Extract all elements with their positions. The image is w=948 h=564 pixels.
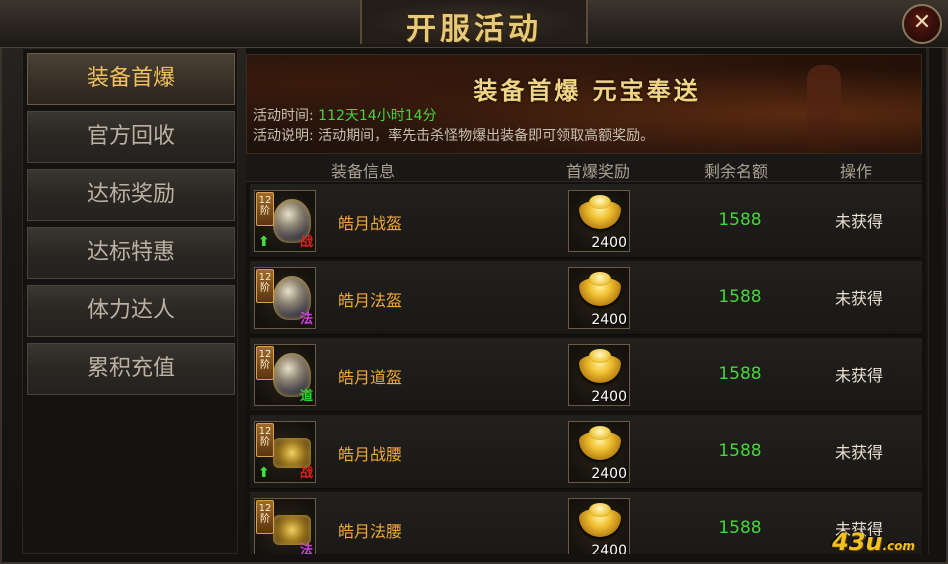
close-icon: ✕: [912, 10, 932, 35]
sidebar: 装备首爆 官方回收 达标奖励 达标特惠 体力达人 累积充值: [22, 48, 238, 554]
sidebar-item-stamina-master[interactable]: 体力达人: [27, 285, 235, 337]
watermark-main: 43u: [832, 528, 883, 556]
equipment-name: 皓月法盔: [338, 291, 403, 310]
tier-badge: 12 阶: [256, 500, 274, 534]
equipment-slot[interactable]: 12 阶 法: [254, 498, 316, 554]
window-title: 开服活动: [406, 12, 542, 47]
remaining-slots-value: 1588: [718, 287, 762, 307]
remaining-slots-value: 1588: [718, 441, 762, 461]
reward-slot[interactable]: 2400: [568, 267, 630, 329]
equipment-name: 皓月战腰: [338, 445, 403, 464]
equipment-name: 皓月战盔: [338, 214, 403, 233]
header-equip-info: 装备信息: [330, 162, 395, 181]
scrollbar[interactable]: [928, 48, 942, 554]
table-header: 装备信息 首爆奖励 剩余名额 操作: [246, 154, 922, 182]
tier-badge: 12 阶: [256, 423, 274, 457]
upgrade-arrow-icon: ⬆: [258, 234, 270, 250]
reward-quantity: 2400: [591, 543, 627, 554]
equipment-slot[interactable]: 12 阶 ⬆ 战: [254, 421, 316, 483]
class-tag: 道: [299, 389, 313, 404]
event-banner: 装备首爆 元宝奉送 活动时间: 112天14小时14分 活动说明: 活动期间，率…: [246, 54, 922, 154]
banner-title: 装备首爆 元宝奉送: [473, 76, 701, 105]
reward-list[interactable]: 12阶 ⬆ 战 皓月战盔 2400 1588 未获得 12阶 法 皓月法盔: [250, 184, 922, 554]
gold-ingot-top: [589, 195, 611, 209]
main-panel: 装备首爆 元宝奉送 活动时间: 112天14小时14分 活动说明: 活动期间，率…: [246, 48, 926, 554]
gold-ingot-top: [589, 349, 611, 363]
sidebar-item-cumulative-recharge[interactable]: 累积充值: [27, 343, 235, 395]
event-desc-line: 活动说明: 活动期间，率先击杀怪物爆出装备即可领取高额奖励。: [253, 125, 654, 145]
event-desc-value: 活动期间，率先击杀怪物爆出装备即可领取高额奖励。: [318, 128, 655, 144]
upgrade-arrow-icon: ⬆: [258, 465, 270, 481]
equipment-name: 皓月道盔: [338, 368, 403, 387]
tier-badge: 12 阶: [256, 269, 274, 303]
event-time-label: 活动时间:: [253, 108, 314, 124]
belt-icon: [273, 438, 311, 468]
claim-status-button[interactable]: 未获得: [814, 208, 904, 232]
equipment-slot[interactable]: 12 阶 ⬆ 战: [254, 190, 316, 252]
event-time-value: 112天14小时14分: [318, 108, 437, 124]
header-action: 操作: [839, 162, 872, 181]
event-desc-label: 活动说明:: [253, 128, 314, 144]
gold-ingot-top: [589, 426, 611, 440]
site-watermark-logo: 43u.com: [832, 528, 942, 560]
reward-slot[interactable]: 2400: [568, 421, 630, 483]
sidebar-item-reach-discount[interactable]: 达标特惠: [27, 227, 235, 279]
gold-ingot-top: [589, 272, 611, 286]
claim-status-button[interactable]: 未获得: [814, 362, 904, 386]
claim-status-button[interactable]: 未获得: [814, 439, 904, 463]
table-row: 12 阶 法 皓月法盔 2400 1588 未获得: [250, 261, 922, 335]
table-row: 12 阶 法 皓月法腰 2400 1588 未获得: [250, 492, 922, 554]
header-first-drop-reward: 首爆奖励: [565, 162, 630, 181]
reward-slot[interactable]: 2400: [568, 190, 630, 252]
remaining-slots-value: 1588: [718, 210, 762, 230]
close-button[interactable]: ✕: [902, 4, 942, 44]
remaining-slots-value: 1588: [718, 364, 762, 384]
equipment-slot[interactable]: 12 阶 道: [254, 344, 316, 406]
table-row: 12 阶 ⬆ 战 皓月战腰 2400 1588 未获得: [250, 415, 922, 489]
class-tag: 战: [299, 235, 313, 250]
watermark-suffix: .com: [882, 539, 915, 553]
sidebar-item-equip-first-drop[interactable]: 装备首爆: [27, 53, 235, 105]
tier-badge: 12 阶: [256, 192, 274, 226]
class-tag: 法: [299, 543, 313, 555]
header-remaining-slots: 剩余名额: [703, 162, 768, 181]
claim-status-button[interactable]: 未获得: [814, 285, 904, 309]
sidebar-item-reach-reward[interactable]: 达标奖励: [27, 169, 235, 221]
reward-slot[interactable]: 2400: [568, 344, 630, 406]
reward-quantity: 2400: [591, 389, 627, 405]
reward-slot[interactable]: 2400: [568, 498, 630, 554]
sidebar-item-official-recycle[interactable]: 官方回收: [27, 111, 235, 163]
class-tag: 战: [299, 466, 313, 481]
event-time-line: 活动时间: 112天14小时14分: [253, 105, 437, 125]
tier-badge: 12 阶: [256, 346, 274, 380]
banner-figure-art: [807, 65, 841, 151]
reward-quantity: 2400: [591, 235, 627, 251]
remaining-slots-value: 1588: [718, 518, 762, 538]
reward-quantity: 2400: [591, 312, 627, 328]
table-row: 12 阶 ⬆ 战 皓月战盔 2400 1588 未获得: [250, 184, 922, 258]
reward-quantity: 2400: [591, 466, 627, 482]
gold-ingot-top: [589, 503, 611, 517]
belt-icon: [273, 515, 311, 545]
table-row: 12 阶 道 皓月道盔 2400 1588 未获得: [250, 338, 922, 412]
class-tag: 法: [299, 312, 313, 327]
equipment-slot[interactable]: 12 阶 法: [254, 267, 316, 329]
equipment-name: 皓月法腰: [338, 522, 403, 541]
